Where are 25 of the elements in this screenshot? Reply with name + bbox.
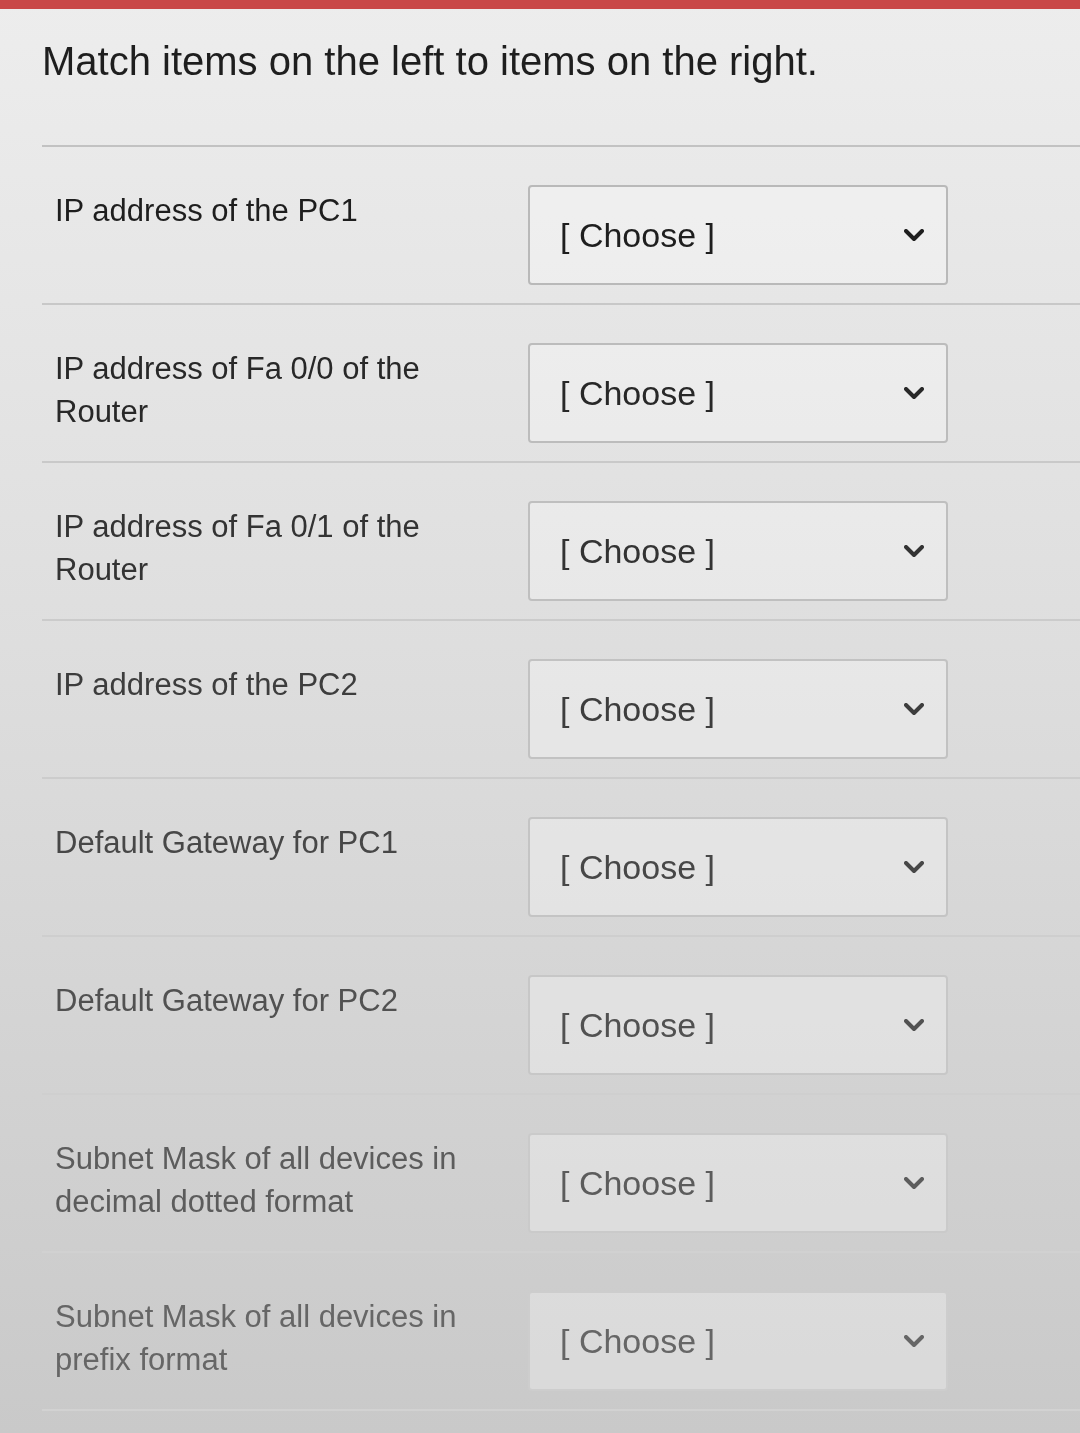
instruction-text: Match items on the left to items on the right. [42,38,818,85]
answer-dropdown[interactable]: [ Choose ] [528,343,948,443]
chevron-down-icon [904,702,924,716]
answer-dropdown[interactable]: [ Choose ] [528,975,948,1075]
prompt-text: Default Gateway for PC2 [55,982,398,1020]
answer-dropdown[interactable]: [ Choose ] [528,1291,948,1391]
prompt-text: Subnet Mask of all devices in decimal dotted format [55,1140,458,1222]
prompt-text: IP address of the PC2 [55,666,358,704]
answer-dropdown[interactable]: [ Choose ] [528,185,948,285]
chevron-down-icon [904,228,924,242]
prompt-text: IP address of Fa 0/0 of the Router [55,350,421,432]
answer-dropdown[interactable]: [ Choose ] [528,659,948,759]
chevron-down-icon [904,544,924,558]
chevron-down-icon [904,1176,924,1190]
answer-dropdown[interactable]: [ Choose ] [528,501,948,601]
chevron-down-icon [904,386,924,400]
answer-dropdown[interactable]: [ Choose ] [528,1133,948,1233]
prompt-text: IP address of Fa 0/1 of the Router [55,508,421,590]
answer-dropdown[interactable]: [ Choose ] [528,817,948,917]
prompt-text: IP address of the PC1 [55,192,358,230]
prompt-text: Default Gateway for PC1 [55,824,398,862]
chevron-down-icon [904,1018,924,1032]
chevron-down-icon [904,860,924,874]
chevron-down-icon [904,1334,924,1348]
prompt-text: Subnet Mask of all devices in prefix format [55,1298,458,1380]
